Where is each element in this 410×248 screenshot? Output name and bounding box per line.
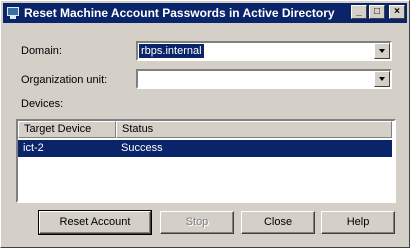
devices-label: Devices: (21, 98, 64, 110)
domain-value: rbps.internal (139, 44, 204, 58)
table-row[interactable]: ict-2 Success (18, 140, 392, 157)
devices-list-header: Target Device Status (18, 121, 392, 138)
reset-passwords-dialog: Reset Machine Account Passwords in Activ… (0, 0, 410, 248)
devices-list[interactable]: Target Device Status ict-2 Success (16, 119, 396, 203)
chevron-down-icon (379, 77, 385, 81)
domain-dropdown-button[interactable] (374, 43, 390, 59)
close-icon: × (394, 6, 400, 17)
organization-unit-dropdown-button[interactable] (374, 71, 390, 87)
title-buttons: _ □ × (351, 5, 405, 19)
organization-unit-label: Organization unit: (21, 74, 108, 86)
column-header-target-device[interactable]: Target Device (18, 121, 116, 138)
domain-combobox[interactable]: rbps.internal (136, 41, 392, 61)
stop-button[interactable]: Stop (160, 211, 234, 234)
reset-account-button[interactable]: Reset Account (38, 210, 152, 235)
column-header-status[interactable]: Status (116, 121, 392, 138)
close-button[interactable]: Close (241, 211, 315, 234)
target-device-cell: ict-2 (23, 142, 44, 154)
chevron-down-icon (379, 49, 385, 53)
close-window-button[interactable]: × (389, 5, 405, 19)
minimize-button[interactable]: _ (351, 5, 367, 19)
organization-unit-value (139, 72, 143, 86)
maximize-button[interactable]: □ (369, 5, 385, 19)
window-title: Reset Machine Account Passwords in Activ… (24, 6, 335, 20)
organization-unit-combobox[interactable] (136, 69, 392, 89)
help-button[interactable]: Help (321, 211, 395, 234)
domain-label: Domain: (21, 45, 62, 57)
maximize-icon: □ (373, 6, 381, 17)
status-cell: Success (121, 142, 163, 154)
computer-icon (6, 6, 20, 20)
minimize-icon: _ (356, 6, 362, 17)
title-bar[interactable]: Reset Machine Account Passwords in Activ… (3, 3, 407, 23)
